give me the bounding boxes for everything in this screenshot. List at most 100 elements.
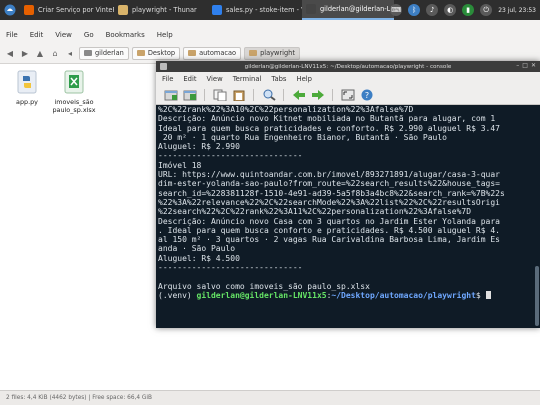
- back-button[interactable]: ◀: [4, 47, 16, 59]
- terminal-line: anda · São Paulo: [158, 244, 236, 254]
- system-tray: ⌨ ᛒ ♪ ◐ ▮ ⏻ 23 jul, 23:53: [390, 0, 540, 20]
- terminal-line: Descrição: Anúncio novo Kitnet mobiliada…: [158, 114, 496, 124]
- help-button[interactable]: ?: [358, 88, 375, 103]
- terminal-line: URL: https://www.quintoandar.com.br/imov…: [158, 170, 500, 180]
- menu-bookmarks[interactable]: Bookmarks: [106, 31, 145, 39]
- firefox-icon: [24, 5, 34, 15]
- minimize-icon[interactable]: –: [516, 62, 519, 69]
- taskbar-item-label: playwright - Thunar: [132, 6, 197, 14]
- home-button[interactable]: ⌂: [49, 47, 61, 59]
- taskbar-item[interactable]: gilderlan@gilderlan-LNV...: [302, 0, 394, 20]
- terminal-line: Imóvel 18: [158, 160, 202, 170]
- terminal-menu-tabs[interactable]: Tabs: [271, 75, 286, 83]
- terminal-line: Aluguel: R$ 2.990: [158, 142, 240, 152]
- power-icon[interactable]: ⏻: [480, 4, 493, 16]
- terminal-menubar: File Edit View Terminal Tabs Help: [156, 72, 540, 86]
- scrollbar-thumb[interactable]: [535, 266, 539, 326]
- close-icon[interactable]: ✕: [531, 62, 536, 69]
- breadcrumb-label: gilderlan: [95, 49, 124, 57]
- terminal-line: 20 m² · 1 quarto Rua Engenheiro Bianor, …: [158, 132, 447, 142]
- toolbar-separator: [253, 89, 254, 101]
- terminal-line: Aluguel: R$ 4.500: [158, 253, 240, 263]
- applications-menu-button[interactable]: [0, 0, 20, 20]
- toolbar-separator: [204, 89, 205, 101]
- breadcrumb-automacao[interactable]: automacao: [183, 46, 242, 60]
- previous-tab-button[interactable]: [290, 88, 307, 103]
- terminal-line: search_id=%228381128f-1510-4e91-ad39-5a5…: [158, 188, 505, 198]
- file-label: imoveis_são paulo_sp.xlsx: [52, 98, 96, 114]
- path-toggle-button[interactable]: ◂: [64, 47, 76, 59]
- terminal-line: ------------------------------: [158, 151, 303, 161]
- fullscreen-button[interactable]: [339, 88, 356, 103]
- terminal-prompt[interactable]: (.venv) gilderlan@gilderlan-LNV11x5:~/De…: [158, 290, 538, 300]
- taskbar-item[interactable]: Criar Serviço por VintePi...: [20, 0, 114, 20]
- bluetooth-icon[interactable]: ᛒ: [408, 4, 421, 16]
- terminal-line: dim-ester-yolanda-sao-paulo?from_route=%…: [158, 179, 500, 189]
- up-button[interactable]: ▲: [34, 47, 46, 59]
- terminal-line: Ideal para quem busca praticidades e con…: [158, 123, 500, 133]
- terminal-titlebar[interactable]: gilderlan@gilderlan-LNV11x5: ~/Desktop/a…: [156, 61, 540, 72]
- file-imoveis-xlsx[interactable]: imoveis_são paulo_sp.xlsx: [47, 70, 101, 114]
- breadcrumb-label: automacao: [199, 49, 237, 57]
- terminal-icon: [306, 4, 316, 14]
- terminal-window[interactable]: gilderlan@gilderlan-LNV11x5: ~/Desktop/a…: [156, 61, 540, 328]
- file-manager-statusbar: 2 files: 4,4 KiB (4462 bytes) | Free spa…: [0, 390, 540, 405]
- terminal-line: %2C%22rank%22%3A10%2C%22personalization%…: [158, 105, 414, 114]
- terminal-output[interactable]: %2C%22rank%22%3A10%2C%22personalization%…: [156, 105, 540, 328]
- terminal-cursor: [485, 290, 491, 299]
- paste-icon: [233, 90, 244, 101]
- breadcrumb-label: playwright: [260, 49, 295, 57]
- next-tab-button[interactable]: [309, 88, 326, 103]
- xfce-menu-icon: [4, 4, 16, 16]
- breadcrumb-playwright[interactable]: playwright: [244, 46, 300, 60]
- new-window-icon: [183, 90, 196, 101]
- menu-view[interactable]: View: [55, 31, 72, 39]
- file-label: app.py: [16, 98, 38, 106]
- terminal-menu-edit[interactable]: Edit: [183, 75, 196, 83]
- terminal-toolbar: ?: [156, 86, 540, 105]
- terminal-line: Descrição: Anúncio novo Casa com 3 quart…: [158, 216, 500, 226]
- python-file-icon: [16, 70, 38, 94]
- menu-edit[interactable]: Edit: [30, 31, 44, 39]
- paste-button[interactable]: [230, 88, 247, 103]
- terminal-menu-terminal[interactable]: Terminal: [233, 75, 262, 83]
- maximize-icon[interactable]: □: [522, 62, 528, 69]
- network-icon[interactable]: ◐: [444, 4, 457, 16]
- toolbar-separator: [332, 89, 333, 101]
- terminal-line: . Ideal para quem busca conforto e prati…: [158, 225, 500, 235]
- menu-go[interactable]: Go: [84, 31, 94, 39]
- forward-button[interactable]: ▶: [19, 47, 31, 59]
- new-tab-button[interactable]: [162, 88, 179, 103]
- svg-text:?: ?: [364, 91, 368, 100]
- menu-file[interactable]: File: [6, 31, 18, 39]
- menu-help[interactable]: Help: [157, 31, 173, 39]
- terminal-menu-file[interactable]: File: [162, 75, 173, 83]
- home-folder-icon: [84, 50, 92, 56]
- vscode-icon: [212, 5, 222, 15]
- file-app-py[interactable]: app.py: [0, 70, 54, 106]
- breadcrumb-gilderlan[interactable]: gilderlan: [79, 46, 129, 60]
- taskbar-item[interactable]: playwright - Thunar: [114, 0, 208, 20]
- window-menu-icon[interactable]: [160, 63, 167, 70]
- terminal-menu-help[interactable]: Help: [296, 75, 312, 83]
- help-icon: ?: [361, 89, 372, 101]
- keyboard-icon[interactable]: ⌨: [390, 4, 403, 16]
- spreadsheet-file-icon: [63, 70, 85, 94]
- zoom-button[interactable]: [260, 88, 277, 103]
- terminal-scrollbar[interactable]: [534, 105, 540, 328]
- new-window-button[interactable]: [181, 88, 198, 103]
- copy-button[interactable]: [211, 88, 228, 103]
- breadcrumb-label: Desktop: [147, 49, 176, 57]
- terminal-menu-view[interactable]: View: [207, 75, 223, 83]
- new-tab-icon: [164, 90, 177, 101]
- magnifier-icon: [263, 89, 276, 101]
- battery-icon[interactable]: ▮: [462, 4, 475, 16]
- breadcrumb-Desktop[interactable]: Desktop: [131, 46, 181, 60]
- terminal-line: %22search%22%2C%22rank%22%3A11%2C%22pers…: [158, 207, 472, 217]
- file-manager-menubar: File Edit View Go Bookmarks Help: [0, 28, 173, 42]
- volume-icon[interactable]: ♪: [426, 4, 439, 16]
- taskbar-item[interactable]: sales.py - stoke-item - VS...: [208, 0, 302, 20]
- file-manager-toolbar: ◀ ▶ ▲ ⌂ ◂ gilderlan Desktop automacao playw…: [0, 44, 540, 62]
- clock[interactable]: 23 jul, 23:53: [498, 7, 536, 14]
